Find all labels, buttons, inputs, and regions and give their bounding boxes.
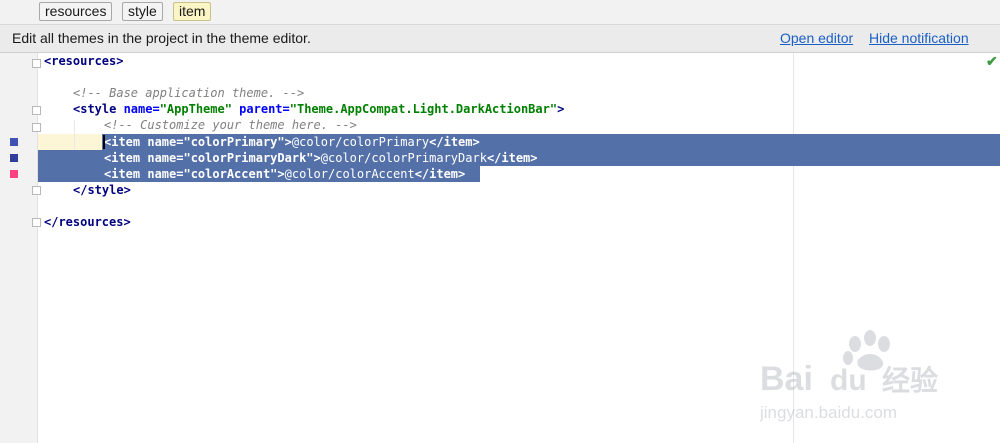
style-open-tag-close: > xyxy=(557,102,565,116)
item-open-tag: <item xyxy=(104,167,148,181)
item-close-tag: </item> xyxy=(486,151,538,165)
code-line-item-color-accent: <item name="colorAccent">@color/colorAcc… xyxy=(104,166,465,182)
item-close-tag: </item> xyxy=(414,167,466,181)
item-open-tag-close: > xyxy=(313,151,321,165)
item-open-tag: <item xyxy=(104,135,148,149)
item-name-value: "colorPrimaryDark" xyxy=(183,151,314,165)
breadcrumb: resources style item xyxy=(0,0,1000,25)
hide-notification-link[interactable]: Hide notification xyxy=(869,30,969,46)
style-open-tag: <style xyxy=(73,102,124,116)
svg-text:du: du xyxy=(830,364,867,397)
item-name-value: "colorPrimary" xyxy=(183,135,285,149)
base-theme-comment: <!-- Base application theme. --> xyxy=(73,86,305,100)
fold-marker-resources-end[interactable] xyxy=(32,218,41,227)
style-name-value: "AppTheme" xyxy=(159,102,232,116)
breadcrumb-item-resources[interactable]: resources xyxy=(39,2,113,21)
fold-marker-style-end[interactable] xyxy=(32,186,41,195)
svg-text:jingyan.baidu.com: jingyan.baidu.com xyxy=(760,403,897,422)
breadcrumb-item-item[interactable]: item xyxy=(173,2,212,21)
item-open-tag-close: > xyxy=(284,135,292,149)
fold-marker-style[interactable] xyxy=(32,106,41,115)
item-text: @color/colorAccent xyxy=(284,167,415,181)
watermark-logo: Bai du 经验 jingyan.baidu.com xyxy=(759,330,990,430)
code-line-item-color-primary: <item name="colorPrimary">@color/colorPr… xyxy=(104,134,480,150)
code-line-5: <!-- Customize your theme here. --> xyxy=(104,117,357,133)
svg-text:经验: 经验 xyxy=(882,364,938,397)
fold-marker-resources[interactable] xyxy=(32,59,41,68)
item-open-tag: <item xyxy=(104,151,148,165)
item-open-tag-close: > xyxy=(277,167,285,181)
style-name-attr: name= xyxy=(123,102,160,116)
item-name-attr: name= xyxy=(147,151,184,165)
notification-message: Edit all themes in the project in the th… xyxy=(12,30,311,46)
breadcrumb-item-style[interactable]: style xyxy=(122,2,163,21)
code-line-3: <!-- Base application theme. --> xyxy=(73,85,304,101)
fold-marker-comment[interactable] xyxy=(32,123,41,132)
style-parent-value: "Theme.AppCompat.Light.DarkActionBar" xyxy=(289,102,558,116)
check-icon: ✔ xyxy=(986,53,998,69)
baidu-paw-icon: Bai du 经验 jingyan.baidu.com xyxy=(759,330,938,422)
code-line-4: <style name="AppTheme" parent="Theme.App… xyxy=(73,101,564,117)
item-text: @color/colorPrimaryDark xyxy=(320,151,487,165)
svg-text:Bai: Bai xyxy=(760,360,813,398)
customize-theme-comment: <!-- Customize your theme here. --> xyxy=(104,118,357,132)
resources-open-tag: <resources> xyxy=(44,54,124,68)
style-close-tag: </style> xyxy=(73,183,131,197)
text-caret xyxy=(103,135,105,149)
item-name-attr: name= xyxy=(147,167,184,181)
notification-bar: Edit all themes in the project in the th… xyxy=(0,25,1000,53)
item-text: @color/colorPrimary xyxy=(291,135,430,149)
item-name-value: "colorAccent" xyxy=(183,167,278,181)
color-accent-swatch[interactable] xyxy=(10,170,18,178)
color-primary-dark-swatch[interactable] xyxy=(10,154,18,162)
code-line-item-color-primary-dark: <item name="colorPrimaryDark">@color/col… xyxy=(104,150,538,166)
color-primary-swatch[interactable] xyxy=(10,138,18,146)
style-parent-attr: parent= xyxy=(231,102,290,116)
code-line-style-close: </style> xyxy=(73,182,131,198)
item-name-attr: name= xyxy=(147,135,184,149)
code-line-resources-close: </resources> xyxy=(44,214,131,230)
code-line-1: <resources> xyxy=(44,53,123,69)
item-close-tag: </item> xyxy=(429,135,480,149)
open-editor-link[interactable]: Open editor xyxy=(780,30,853,46)
current-line-highlight xyxy=(38,134,102,150)
resources-close-tag: </resources> xyxy=(44,215,131,229)
